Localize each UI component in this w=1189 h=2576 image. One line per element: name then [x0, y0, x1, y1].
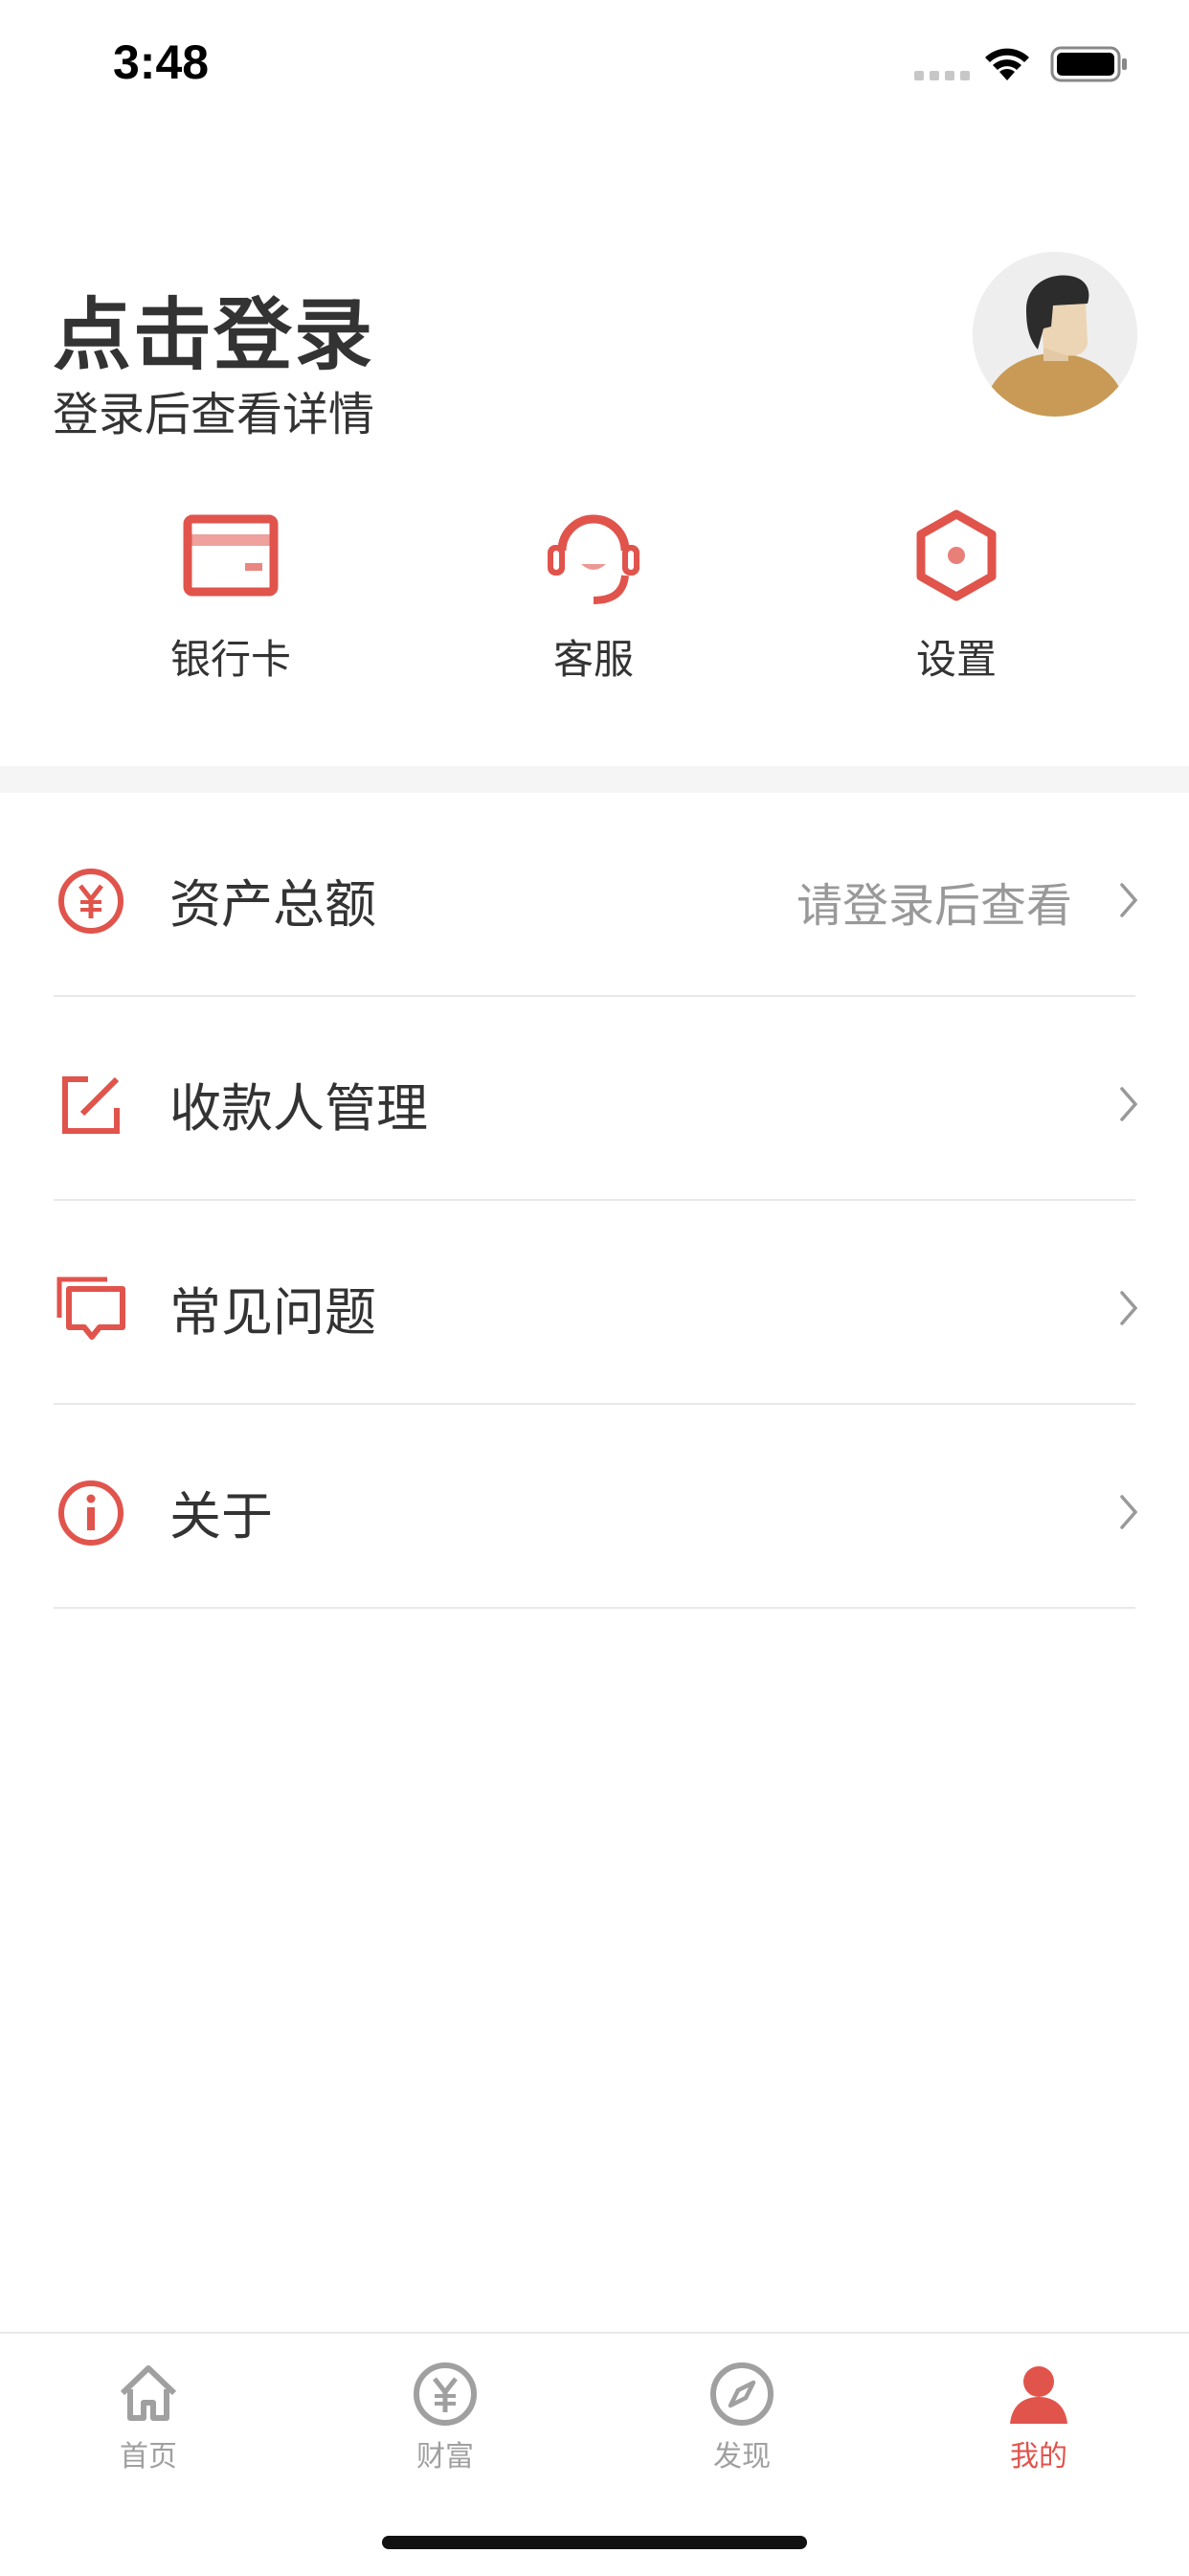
menu-list: 资产总额 请登录后查看 收款人管理 常见问题 关于: [0, 793, 1189, 1609]
headset-icon: [548, 514, 639, 604]
menu-item-payee-management[interactable]: 收款人管理: [0, 997, 1189, 1201]
status-time: 3:48: [113, 35, 210, 89]
tab-label: 首页: [120, 2440, 177, 2474]
chevron-right-icon: [1120, 1291, 1138, 1325]
wifi-icon: [985, 48, 1029, 80]
login-title[interactable]: 点击登录: [53, 271, 374, 385]
menu-item-about[interactable]: 关于: [0, 1405, 1189, 1609]
tab-label: 发现: [713, 2440, 771, 2474]
info-circle-icon: [58, 1480, 123, 1546]
user-avatar-icon: [973, 252, 1137, 417]
person-icon: [1010, 2366, 1067, 2424]
tab-wealth[interactable]: 财富: [297, 2334, 594, 2487]
compass-icon: [710, 2362, 774, 2426]
cellular-signal-icon: [914, 71, 970, 80]
bank-card-icon: [183, 514, 279, 597]
quick-action-label: 客服: [552, 636, 634, 683]
yen-circle-icon: [414, 2362, 477, 2426]
menu-item-faq[interactable]: 常见问题: [0, 1201, 1189, 1405]
menu-item-label: 收款人管理: [169, 1078, 428, 1139]
menu-item-value: 请登录后查看: [796, 879, 1072, 933]
avatar[interactable]: [973, 252, 1137, 417]
section-divider: [0, 766, 1189, 793]
tab-mine[interactable]: 我的: [890, 2334, 1187, 2487]
hexagon-settings-icon: [916, 509, 997, 601]
menu-item-total-assets[interactable]: 资产总额 请登录后查看: [0, 793, 1189, 997]
profile-header[interactable]: 点击登录 登录后查看详情: [0, 230, 1189, 460]
login-subtitle: 登录后查看详情: [53, 388, 375, 441]
tab-label: 财富: [416, 2440, 474, 2474]
battery-icon: [1050, 46, 1127, 82]
tab-home[interactable]: 首页: [0, 2334, 297, 2487]
quick-action-settings[interactable]: 设置: [861, 503, 1052, 694]
tab-discover[interactable]: 发现: [594, 2334, 890, 2487]
menu-separator: [54, 1607, 1135, 1609]
tab-label: 我的: [1010, 2440, 1067, 2474]
menu-item-label: 关于: [169, 1486, 273, 1547]
quick-action-bank-card[interactable]: 银行卡: [135, 503, 326, 694]
quick-action-customer-service[interactable]: 客服: [498, 503, 689, 694]
chat-bubbles-icon: [56, 1277, 125, 1340]
menu-item-label: 资产总额: [169, 874, 376, 935]
chevron-right-icon: [1120, 883, 1138, 917]
status-bar: 3:48: [0, 0, 1189, 134]
quick-actions: 银行卡 客服 设置: [0, 503, 1189, 694]
chevron-right-icon: [1120, 1495, 1138, 1529]
home-icon: [120, 2365, 177, 2421]
edit-square-icon: [62, 1076, 120, 1134]
yen-circle-icon: [58, 869, 123, 934]
chevron-right-icon: [1120, 1087, 1138, 1121]
menu-item-label: 常见问题: [169, 1282, 376, 1343]
quick-action-label: 银行卡: [169, 636, 291, 683]
quick-action-label: 设置: [915, 636, 997, 683]
home-indicator[interactable]: [382, 2536, 807, 2549]
